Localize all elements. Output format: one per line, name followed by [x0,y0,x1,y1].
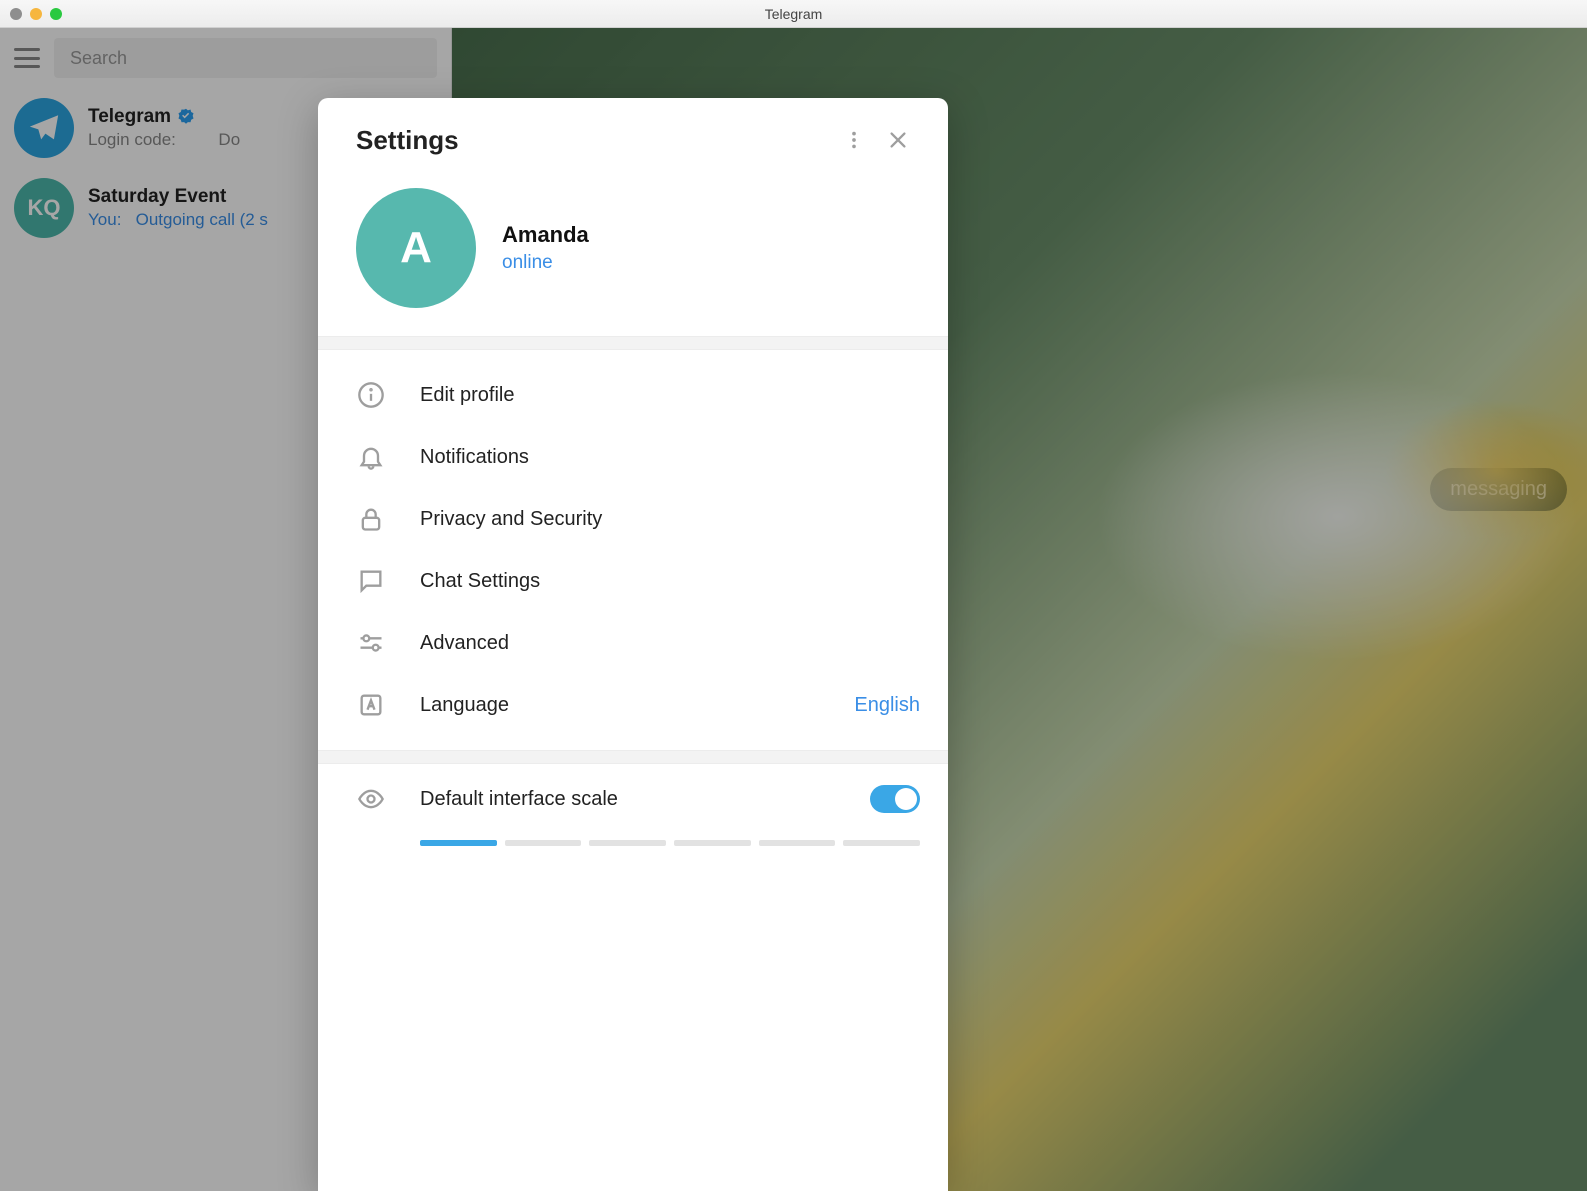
scale-segment [843,840,920,846]
info-icon [356,380,386,410]
menu-label: Chat Settings [420,570,920,593]
chat-icon [356,566,386,596]
menu-item-advanced[interactable]: Advanced [318,612,948,674]
profile-avatar: A [356,188,476,308]
scale-segment [674,840,751,846]
bell-icon [356,442,386,472]
titlebar: Telegram [0,0,1587,28]
profile-name: Amanda [502,222,589,248]
interface-scale-section: Default interface scale [318,764,948,846]
menu-item-notifications[interactable]: Notifications [318,426,948,488]
window-close-light[interactable] [10,8,22,20]
close-button[interactable] [876,118,920,162]
close-icon [887,129,909,151]
profile-text: Amanda online [502,222,589,274]
app-root: Search Telegram Login code: Do [0,28,1587,1191]
scale-label: Default interface scale [420,788,836,811]
traffic-lights [10,8,62,20]
lock-icon [356,504,386,534]
scale-segment [505,840,582,846]
more-button[interactable] [832,118,876,162]
section-separator [318,336,948,350]
scale-segment [420,840,497,846]
sliders-icon [356,628,386,658]
scale-row: Default interface scale [356,784,920,814]
menu-label: Notifications [420,446,920,469]
eye-icon [356,784,386,814]
kebab-icon [843,129,865,151]
menu-item-language[interactable]: Language English [318,674,948,736]
section-separator [318,750,948,764]
menu-label: Advanced [420,632,920,655]
window-zoom-light[interactable] [50,8,62,20]
menu-item-chat-settings[interactable]: Chat Settings [318,550,948,612]
window-title: Telegram [765,6,823,22]
scale-toggle[interactable] [870,785,920,813]
scale-segment [589,840,666,846]
profile-status: online [502,252,589,274]
menu-value: English [854,694,920,717]
settings-modal: Settings A Amanda online Edit [318,98,948,1191]
menu-label: Language [420,694,820,717]
scale-slider[interactable] [420,840,920,846]
settings-title: Settings [356,125,832,156]
settings-header: Settings [318,98,948,170]
menu-label: Privacy and Security [420,508,920,531]
scale-segment [759,840,836,846]
menu-item-edit-profile[interactable]: Edit profile [318,364,948,426]
language-icon [356,690,386,720]
settings-menu: Edit profile Notifications Privacy and S… [318,350,948,750]
menu-item-privacy[interactable]: Privacy and Security [318,488,948,550]
profile-section[interactable]: A Amanda online [318,170,948,336]
window-minimize-light[interactable] [30,8,42,20]
menu-label: Edit profile [420,384,920,407]
